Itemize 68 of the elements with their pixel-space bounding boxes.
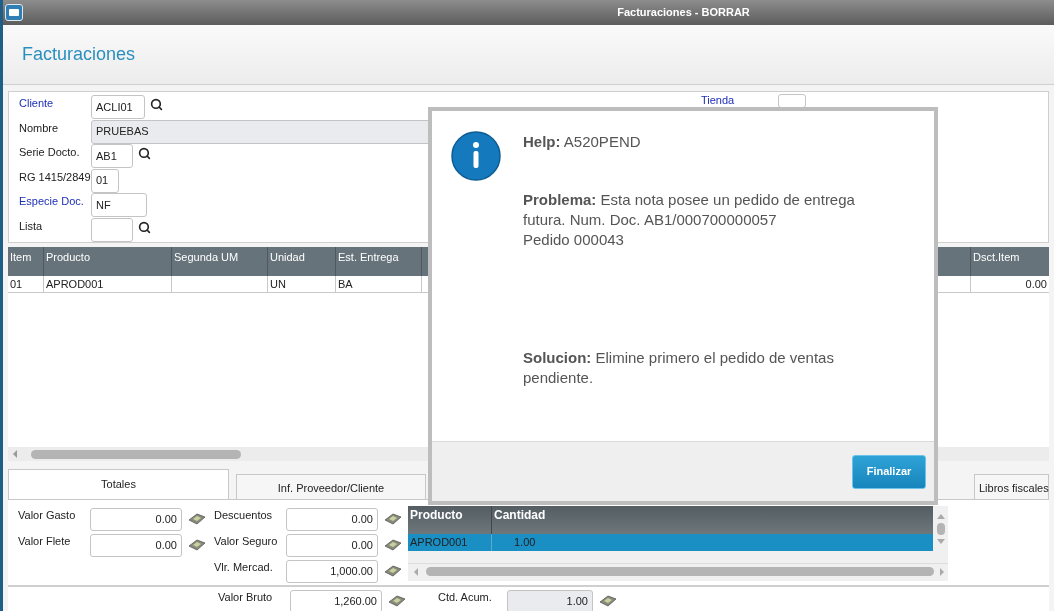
input-field[interactable] xyxy=(91,217,133,242)
table-cell-text: APROD001 xyxy=(46,276,104,292)
field-label: Lista xyxy=(19,218,44,234)
column-header[interactable]: Segunda UM xyxy=(174,251,239,263)
column-header[interactable]: Producto xyxy=(46,251,91,263)
column-header[interactable]: Item xyxy=(10,251,32,263)
field-label: RG 1415/2849 xyxy=(19,169,91,185)
problem-text: Pedido 000043 xyxy=(523,230,625,250)
field-label: Cliente xyxy=(19,96,55,111)
page-title: Facturaciones xyxy=(22,43,136,66)
column-header[interactable]: Est. Entrega xyxy=(338,251,399,263)
input-field[interactable]: 01 xyxy=(91,168,119,193)
amount-field[interactable]: 1,260.00 xyxy=(290,589,382,611)
field-label: Serie Docto. xyxy=(19,145,81,160)
calculator-icon[interactable] xyxy=(384,539,402,551)
amount-field[interactable]: 0.00 xyxy=(90,533,182,557)
info-icon xyxy=(451,131,501,181)
calculator-icon[interactable] xyxy=(384,513,402,525)
table-cell-text: 1.00 xyxy=(514,535,536,551)
column-header[interactable]: Cantidad xyxy=(494,508,546,522)
search-icon[interactable] xyxy=(150,98,163,111)
table-cell-text: APROD001 xyxy=(410,535,468,551)
field-label: Valor Seguro xyxy=(214,534,279,549)
field-label: Vlr. Mercad. xyxy=(214,560,274,575)
calculator-icon[interactable] xyxy=(188,513,206,525)
field-label: Valor Flete xyxy=(18,534,72,549)
input-field[interactable]: ACLI01 xyxy=(91,95,145,119)
table-cell-text: BA xyxy=(338,276,353,292)
field-label: Descuentos xyxy=(214,508,274,523)
field-label: Especie Doc. xyxy=(19,194,85,209)
scroll-left-icon[interactable] xyxy=(13,450,17,458)
app-icon xyxy=(5,4,23,21)
column-header[interactable]: Unidad xyxy=(270,251,305,263)
amount-field[interactable]: 0.00 xyxy=(286,507,378,531)
help-code: Help: A520PEND xyxy=(523,132,642,152)
problem-text: Problema: Esta nota posee un pedido de entrega futura. Num. Doc. AB1/000700000057 xyxy=(523,190,856,230)
column-header[interactable]: Dsct.Item xyxy=(973,251,1020,263)
scrollbar-thumb[interactable] xyxy=(426,567,934,576)
amount-field[interactable]: 1,000.00 xyxy=(286,559,378,583)
field-label: Ctd. Acum. xyxy=(438,590,493,605)
input-field[interactable]: AB1 xyxy=(91,144,133,168)
tab[interactable]: Inf. Proveedor/Cliente xyxy=(236,474,426,499)
tab[interactable]: Totales xyxy=(8,469,229,499)
search-icon[interactable] xyxy=(138,147,151,160)
calculator-icon[interactable] xyxy=(599,595,617,607)
field-label: Tienda xyxy=(701,94,735,106)
amount-field[interactable]: 0.00 xyxy=(286,533,378,557)
field-label: Valor Bruto xyxy=(218,590,274,605)
input-field[interactable] xyxy=(778,94,807,108)
search-icon[interactable] xyxy=(138,220,151,234)
column-header[interactable]: Producto xyxy=(410,508,463,522)
amount-field[interactable]: 0.00 xyxy=(90,507,182,531)
input-field[interactable]: PRUEBAS xyxy=(91,119,431,144)
solution-text: Solucion: Elimine primero el pedido de ventas pendiente. xyxy=(523,348,835,388)
table-cell-text: UN xyxy=(270,276,286,292)
table-cell-text: 01 xyxy=(10,276,23,292)
table-row[interactable]: APROD001 1.00 xyxy=(408,534,933,551)
field-label: Valor Gasto xyxy=(18,508,77,523)
calculator-icon[interactable] xyxy=(188,539,206,551)
calculator-icon[interactable] xyxy=(388,595,406,607)
tab[interactable]: Libros fiscales xyxy=(974,474,1049,499)
field-label: Nombre xyxy=(19,120,60,136)
window-title: Facturaciones - BORRAR xyxy=(617,5,750,21)
input-field[interactable]: NF xyxy=(91,193,147,217)
scrollbar-thumb[interactable] xyxy=(31,449,241,459)
table-cell-text: 0.00 xyxy=(1025,276,1047,292)
calculator-icon[interactable] xyxy=(384,565,402,577)
amount-field[interactable]: 1.00 xyxy=(507,589,593,611)
